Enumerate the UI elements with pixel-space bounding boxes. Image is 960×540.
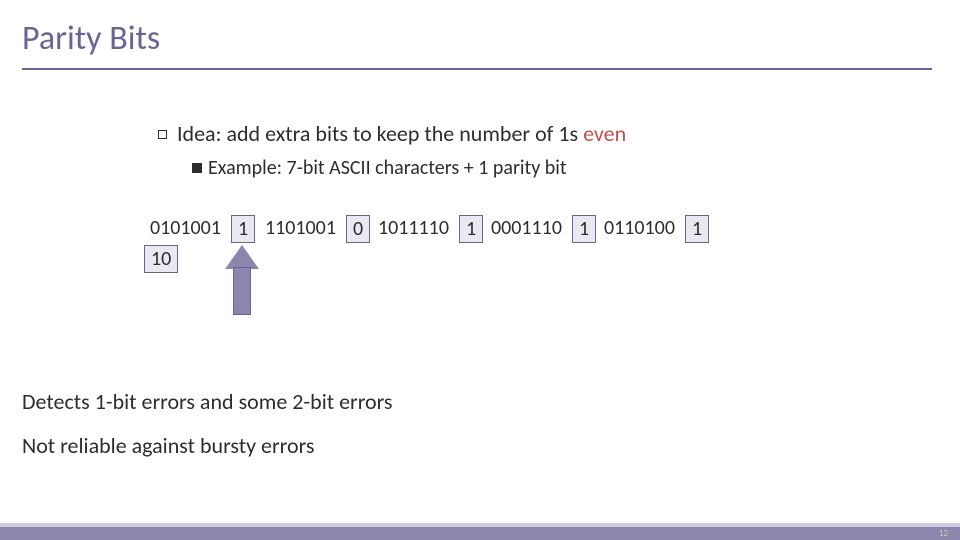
idea-bullet: Idea: add extra bits to keep the number … [158, 120, 626, 147]
bits-line: 0101001 [150, 216, 221, 240]
example-rest: 7-bit ASCII characters + 1 parity bit [282, 156, 567, 180]
parity-box-3: 1 [572, 215, 596, 243]
footer-bar [0, 527, 960, 540]
bits-group-3-data: 0001110 [491, 216, 562, 240]
example-sub-bullet: Example: 7-bit ASCII characters + 1 pari… [192, 156, 567, 180]
parity-box-4: 1 [685, 215, 709, 243]
bits-group-0-data: 0101001 [150, 216, 221, 240]
parity-box-2: 1 [459, 215, 483, 243]
bits-group-4-data: 0110100 [604, 216, 675, 240]
arrow-head-icon [225, 245, 259, 269]
parity-box-0: 1 [231, 215, 255, 243]
idea-accent: even [583, 120, 626, 147]
idea-text: Idea: add extra bits to keep the number … [177, 120, 583, 147]
overflow-box: 10 [144, 245, 178, 273]
parity-box-1: 0 [346, 215, 370, 243]
example-label: Example: [208, 156, 282, 180]
square-bullet-icon [158, 130, 167, 139]
bits-group-2-data: 1011110 [378, 216, 449, 240]
note-line-1: Detects 1-bit errors and some 2-bit erro… [22, 388, 393, 415]
note-line-2: Not reliable against bursty errors [22, 432, 314, 459]
slide-title: Parity Bits [22, 18, 160, 59]
up-arrow-icon [225, 245, 259, 315]
bits-group-1-data: 1101001 [265, 216, 336, 240]
arrow-shaft-icon [233, 267, 251, 315]
slide-number: 12 [939, 528, 948, 539]
title-underline [22, 68, 932, 70]
filled-square-bullet-icon [192, 163, 202, 173]
